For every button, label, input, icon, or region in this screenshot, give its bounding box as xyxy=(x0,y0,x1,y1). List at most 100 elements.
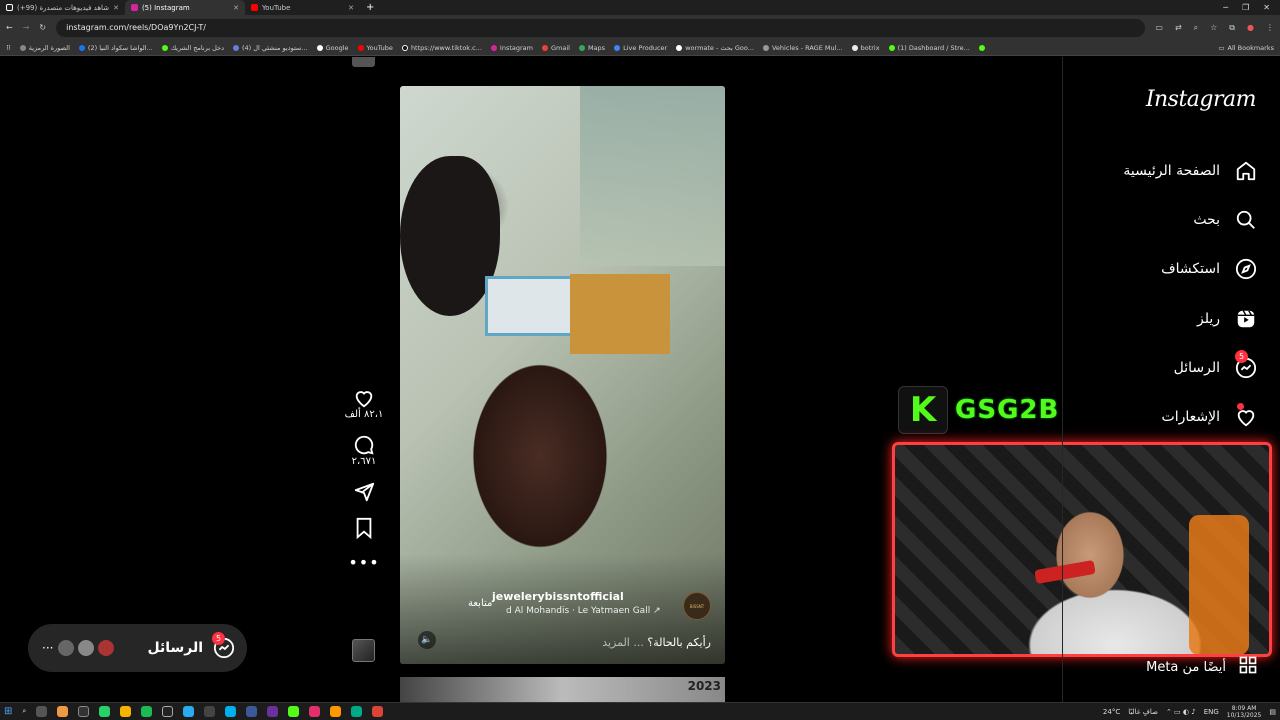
sidebar-item-label: الصفحة الرئيسية xyxy=(1123,163,1220,179)
cast-icon[interactable]: ▭ xyxy=(1155,23,1163,33)
audio-thumbnail[interactable] xyxy=(352,639,375,662)
back-icon[interactable]: ← xyxy=(6,23,13,32)
zoom-icon[interactable]: ⌕ xyxy=(1194,23,1198,33)
app-icon[interactable] xyxy=(309,706,321,717)
start-icon[interactable]: ⊞ xyxy=(4,706,12,717)
bookmark[interactable]: Gmail xyxy=(541,44,570,52)
instagram-logo[interactable]: Instagram xyxy=(1146,87,1257,112)
forward-icon[interactable]: → xyxy=(23,23,30,32)
more-icon[interactable]: ··· xyxy=(42,641,53,655)
translate-icon[interactable]: ⇄ xyxy=(1175,23,1182,33)
youtube-icon xyxy=(250,4,258,11)
bookmark[interactable]: (4) ستوديو منشئي ال... xyxy=(232,44,308,52)
sidebar-item-explore[interactable]: استكشاف xyxy=(1161,257,1258,281)
bookmark[interactable]: https://www.tiktok.c... xyxy=(401,44,482,52)
app-icon[interactable] xyxy=(267,706,279,717)
comment-action[interactable]: ٢،٦٧١ xyxy=(351,434,377,467)
bookmark-label: (2) الواشا سكواد النيا... xyxy=(87,43,153,52)
bookmark[interactable]: wormate - بحث Goo... xyxy=(676,44,754,52)
app-icon[interactable] xyxy=(141,706,153,717)
reel-author[interactable]: jewelerybissntofficial xyxy=(492,590,624,603)
bookmark[interactable]: الصورة الرمزية xyxy=(19,44,70,52)
bookmark[interactable]: YouTube xyxy=(357,44,393,52)
weather-temp[interactable]: 24°C xyxy=(1103,708,1120,716)
url-text: instagram.com/reels/DOa9Yn2CJ-T/ xyxy=(66,23,206,32)
app-icon[interactable] xyxy=(330,706,342,717)
profile-icon[interactable]: ● xyxy=(1247,23,1254,33)
skype-icon[interactable] xyxy=(225,706,237,717)
search-icon[interactable]: ⌕ xyxy=(22,707,26,716)
telegram-icon[interactable] xyxy=(183,706,195,717)
app-icon[interactable] xyxy=(57,706,69,717)
next-reel-preview[interactable]: 2023 xyxy=(400,677,725,702)
sidebar-item-notifications[interactable]: الإشعارات xyxy=(1162,403,1258,429)
reload-icon[interactable]: ↻ xyxy=(39,23,46,32)
bookmark-label: botrix xyxy=(860,43,880,52)
sidebar-item-search[interactable]: بحث xyxy=(1193,208,1258,232)
reel-video[interactable]: متابعة jewelerybissntofficial d Al Mohan… xyxy=(400,86,725,664)
sidebar-item-messages[interactable]: 5 الرسائل xyxy=(1174,350,1258,380)
sidebar-item-meta[interactable]: أيضًا من Meta xyxy=(1146,655,1258,679)
extensions-icon[interactable]: ⧉ xyxy=(1229,23,1235,33)
bookmark[interactable]: Vehicles - RAGE Mul... xyxy=(762,44,843,52)
chrome-active-icon[interactable] xyxy=(372,706,384,717)
bookmark-label: (1) Dashboard / Stre... xyxy=(897,43,970,52)
comment-count: ٢،٦٧١ xyxy=(351,456,377,467)
bookmark[interactable]: دخل برنامج الشريك xyxy=(161,44,224,52)
menu-icon[interactable]: ⋮ xyxy=(1266,23,1274,33)
kick-icon xyxy=(161,44,168,51)
tray-icons[interactable]: ⌃ ▭ ◐ ♪ xyxy=(1166,708,1196,716)
previous-reel-thumbnail[interactable] xyxy=(352,57,375,67)
bookmark[interactable]: Google xyxy=(316,44,349,52)
maximize-icon[interactable]: ❐ xyxy=(1242,3,1249,12)
author-avatar[interactable]: BISSNT xyxy=(683,592,711,620)
mute-button[interactable]: 🔈 xyxy=(418,631,436,649)
app-icon[interactable] xyxy=(162,706,174,717)
follow-button[interactable]: متابعة xyxy=(468,598,492,609)
bookmark[interactable]: Live Producer xyxy=(614,44,667,52)
chrome-icon[interactable] xyxy=(120,706,132,717)
minimize-icon[interactable]: ─ xyxy=(1223,3,1228,12)
messages-pill[interactable]: ··· الرسائل 5 xyxy=(28,624,247,672)
sidebar-item-reels[interactable]: ريلز xyxy=(1197,307,1258,331)
obs-icon[interactable] xyxy=(78,706,90,717)
window-close-icon[interactable]: ✕ xyxy=(1263,3,1270,12)
all-bookmarks[interactable]: ▭ All Bookmarks xyxy=(1218,44,1274,52)
whatsapp-icon[interactable] xyxy=(99,706,111,717)
star-icon[interactable]: ☆ xyxy=(1210,23,1217,33)
save-action[interactable] xyxy=(354,517,374,539)
tab-youtube[interactable]: YouTube ✕ xyxy=(245,0,360,15)
new-tab-button[interactable]: + xyxy=(360,2,380,13)
bookmark[interactable] xyxy=(978,44,985,51)
close-icon[interactable]: ✕ xyxy=(233,4,239,12)
bookmark[interactable]: Instagram xyxy=(490,43,533,52)
app-icon[interactable] xyxy=(204,706,216,717)
reel-audio[interactable]: d Al Mohandis · Le Yatmaen Gall ↗ xyxy=(506,606,661,616)
close-icon[interactable]: ✕ xyxy=(113,4,119,12)
more-link[interactable]: ... المزيد xyxy=(602,636,644,649)
kick-icon[interactable] xyxy=(288,706,300,717)
tab-trending[interactable]: (+99) شاهد فيديوهات متصدرة ✕ xyxy=(0,0,125,15)
url-field[interactable]: instagram.com/reels/DOa9Yn2CJ-T/ xyxy=(56,18,1146,37)
close-icon[interactable]: ✕ xyxy=(348,4,354,12)
kick-logo: K xyxy=(898,386,948,434)
weather-text: صافٍ غالبًا xyxy=(1128,707,1158,716)
clock[interactable]: 8:09 AM 10/13/2025 xyxy=(1227,705,1262,719)
more-action[interactable]: ••• xyxy=(348,553,379,572)
bookmark[interactable]: (2) الواشا سكواد النيا... xyxy=(78,43,153,52)
like-action[interactable]: ٨٢،١ ألف xyxy=(345,387,383,420)
bookmark-label: Instagram xyxy=(499,43,533,52)
bookmark[interactable]: (1) Dashboard / Stre... xyxy=(888,43,970,52)
tab-instagram[interactable]: (5) Instagram ✕ xyxy=(124,0,245,15)
share-action[interactable] xyxy=(353,481,375,503)
task-view-icon[interactable] xyxy=(36,706,48,717)
sidebar-item-home[interactable]: الصفحة الرئيسية xyxy=(1123,159,1258,183)
bookmark[interactable]: Maps xyxy=(578,44,605,52)
language[interactable]: ENG xyxy=(1204,708,1219,716)
reel-caption[interactable]: رأيكم بالحالة؟ ... المزيد xyxy=(602,636,711,649)
app-icon[interactable] xyxy=(351,706,363,717)
notification-icon[interactable]: ▤ xyxy=(1269,708,1276,716)
bookmark[interactable]: botrix xyxy=(851,43,880,52)
apps-icon[interactable]: ⠿ xyxy=(6,44,11,52)
app-icon[interactable] xyxy=(246,706,258,717)
